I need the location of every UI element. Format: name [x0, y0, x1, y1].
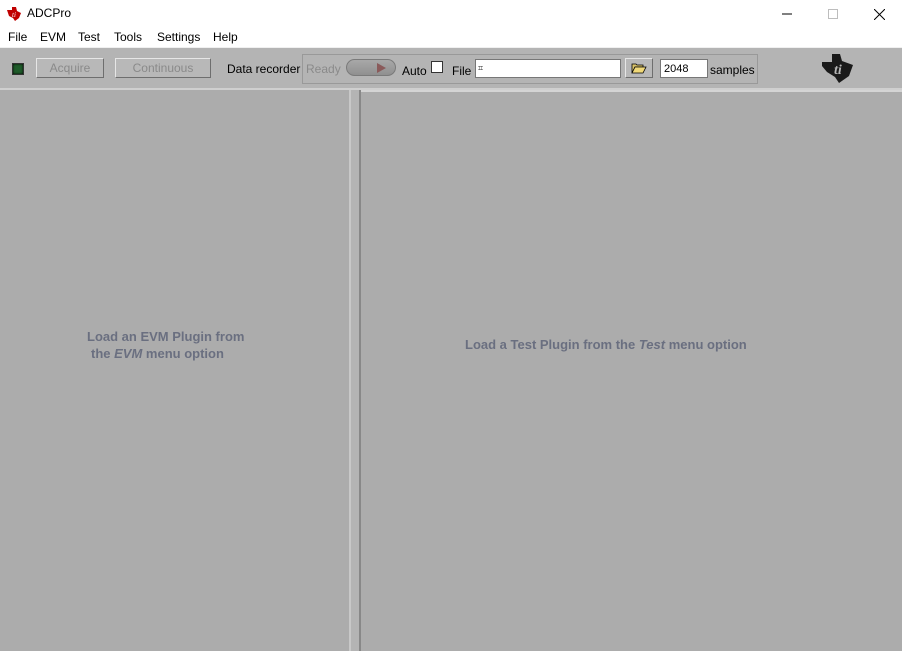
close-button[interactable] — [856, 0, 902, 28]
samples-input[interactable] — [660, 59, 708, 78]
evm-hint-line2: the EVM menu option — [87, 345, 244, 362]
record-button[interactable] — [346, 59, 396, 76]
test-hint-emph: Test — [638, 337, 666, 352]
test-hint-suffix: menu option — [668, 337, 747, 352]
folder-open-icon — [631, 63, 647, 74]
menu-tools[interactable]: Tools — [114, 30, 142, 44]
test-hint-prefix: Load a Test Plugin from the — [465, 337, 636, 352]
evm-hint-line1: Load an EVM Plugin from — [87, 329, 245, 344]
menu-evm[interactable]: EVM — [40, 30, 66, 44]
auto-checkbox[interactable] — [431, 61, 443, 73]
evm-hint-prefix: the — [91, 346, 111, 361]
test-plugin-panel: Load a Test Plugin from the Test menu op… — [361, 90, 902, 651]
test-hint-text: Load a Test Plugin from the Test menu op… — [465, 336, 747, 353]
ti-logo-icon: ti — [7, 7, 21, 21]
svg-text:ti: ti — [12, 11, 16, 19]
menu-bar: File EVM Test Tools Settings Help — [0, 28, 902, 48]
continuous-button[interactable]: Continuous — [115, 58, 211, 78]
ready-status: Ready — [306, 62, 341, 76]
browse-folder-button[interactable] — [625, 58, 653, 78]
texas-instruments-logo: ti — [822, 54, 853, 83]
file-label: File — [452, 64, 472, 78]
svg-text:ti: ti — [834, 63, 842, 78]
toolbar: Acquire Continuous Data recorder Ready A… — [0, 48, 902, 90]
evm-plugin-panel: Load an EVM Plugin from the EVM menu opt… — [0, 90, 349, 651]
evm-hint-text: Load an EVM Plugin from the EVM menu opt… — [87, 328, 244, 362]
data-recorder-label: Data recorder — [227, 62, 301, 76]
evm-hint-emph: EVM — [114, 346, 143, 361]
auto-label: Auto — [402, 64, 427, 78]
path-icon: ⌗ — [478, 63, 484, 73]
acquire-button[interactable]: Acquire — [36, 58, 104, 78]
panel-splitter[interactable] — [349, 90, 361, 651]
close-icon — [873, 8, 885, 20]
menu-settings[interactable]: Settings — [157, 30, 200, 44]
title-bar: ti ADCPro — [0, 0, 902, 28]
file-path-input[interactable] — [475, 59, 621, 78]
menu-file[interactable]: File — [8, 30, 27, 44]
samples-label: samples — [710, 63, 755, 77]
minimize-icon — [782, 13, 792, 15]
maximize-icon — [828, 9, 838, 19]
menu-help[interactable]: Help — [213, 30, 238, 44]
window-title: ADCPro — [27, 6, 72, 20]
evm-hint-suffix: menu option — [145, 346, 224, 361]
menu-test[interactable]: Test — [78, 30, 100, 44]
maximize-button[interactable] — [810, 0, 856, 28]
status-led-icon — [12, 63, 24, 75]
minimize-button[interactable] — [764, 0, 810, 28]
